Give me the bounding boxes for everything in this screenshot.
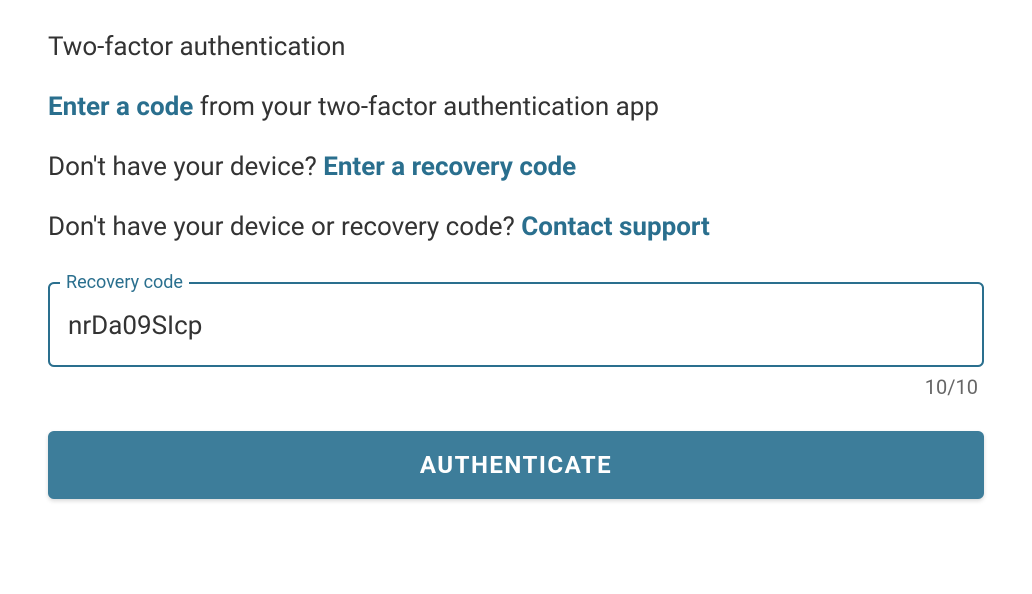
enter-recovery-code-link[interactable]: Enter a recovery code [323, 152, 576, 182]
recovery-code-label: Recovery code [60, 272, 189, 293]
character-counter: 10/10 [48, 375, 984, 399]
contact-support-link[interactable]: Contact support [521, 212, 710, 242]
enter-code-instruction: Enter a code from your two-factor authen… [48, 92, 984, 122]
recovery-code-fieldset: Recovery code [48, 272, 984, 367]
authenticate-button[interactable]: AUTHENTICATE [48, 431, 984, 499]
recovery-code-prompt: Don't have your device? Enter a recovery… [48, 152, 984, 182]
enter-code-suffix: from your two-factor authentication app [193, 92, 659, 122]
recovery-code-field-wrapper: Recovery code 10/10 [48, 272, 984, 399]
page-title: Two-factor authentication [48, 32, 984, 62]
contact-support-prompt: Don't have your device or recovery code?… [48, 212, 984, 242]
enter-code-link[interactable]: Enter a code [48, 92, 193, 122]
recovery-prompt-text: Don't have your device? [48, 152, 323, 182]
two-factor-auth-form: Two-factor authentication Enter a code f… [48, 32, 984, 499]
support-prompt-text: Don't have your device or recovery code? [48, 212, 521, 242]
recovery-code-input[interactable] [50, 293, 982, 365]
